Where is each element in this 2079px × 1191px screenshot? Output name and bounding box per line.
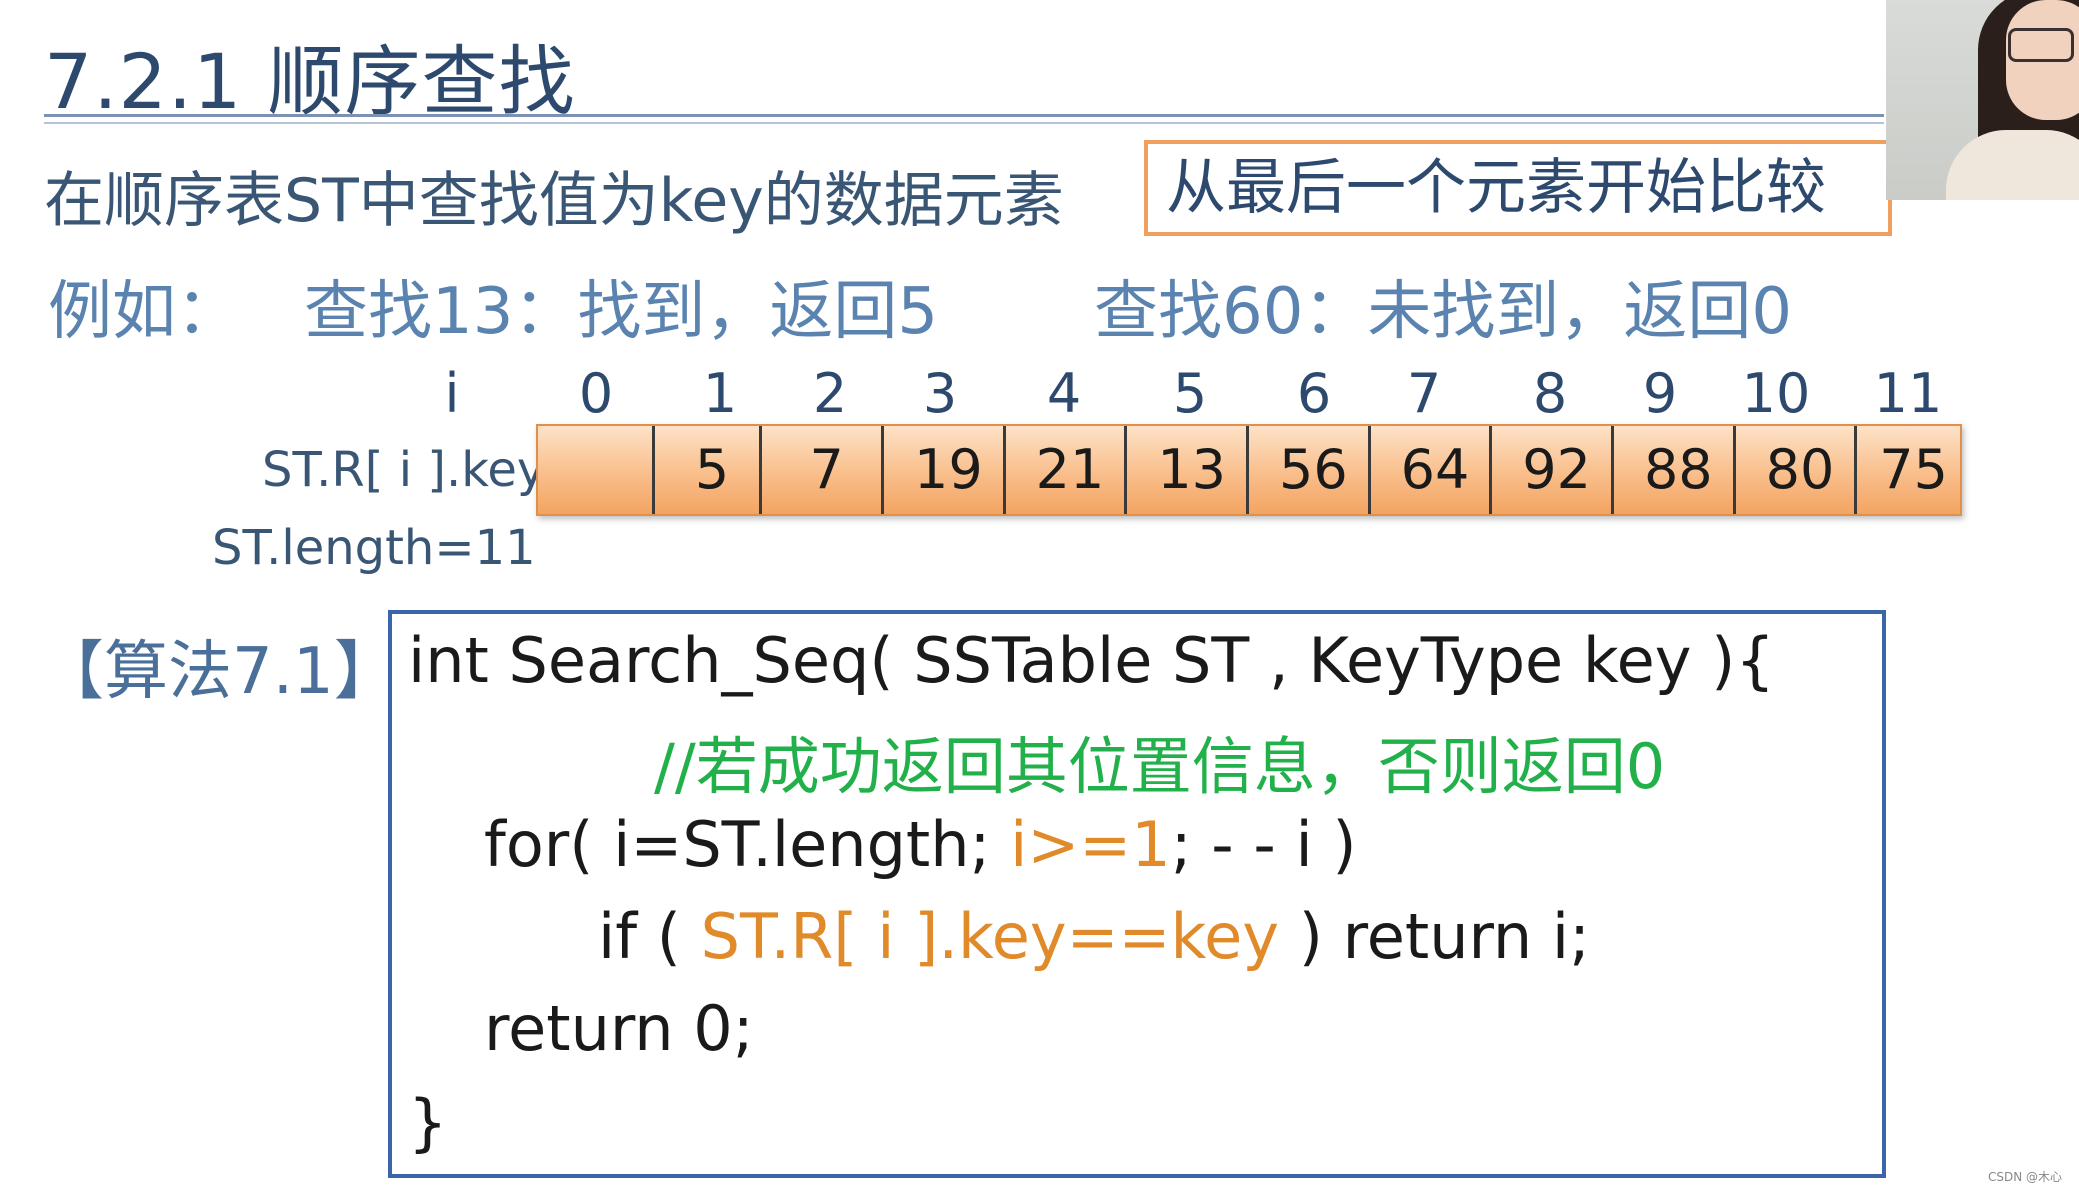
- title-divider: [44, 114, 1884, 117]
- array-cell-7: 64: [1367, 426, 1490, 514]
- code-if-condition: ST.R[ i ].key==key: [700, 900, 1280, 973]
- example-found: 查找13：找到，返回5: [304, 275, 939, 349]
- index-0: 0: [578, 362, 614, 425]
- index-11: 11: [1873, 362, 1943, 425]
- code-for-condition: i>=1: [1010, 808, 1171, 881]
- code-for-end: ; - - i ): [1170, 808, 1357, 881]
- index-4: 4: [1046, 362, 1082, 425]
- index-7: 7: [1406, 362, 1442, 425]
- code-line-for: for( i=ST.length; i>=1; - - i ): [484, 808, 1357, 881]
- webcam-thumbnail: [1886, 0, 2079, 200]
- index-6: 6: [1296, 362, 1332, 425]
- presenter-glasses-icon: [2008, 28, 2074, 62]
- index-5: 5: [1172, 362, 1208, 425]
- title-divider-secondary: [44, 122, 1884, 124]
- index-2: 2: [812, 362, 848, 425]
- code-line-comment: //若成功返回其位置信息，否则返回0: [654, 730, 1666, 803]
- index-9: 9: [1642, 362, 1678, 425]
- array-cell-1: 5: [651, 426, 760, 514]
- index-10: 10: [1741, 362, 1811, 425]
- array-cell-9: 88: [1610, 426, 1733, 514]
- array-cell-3: 19: [881, 426, 1003, 514]
- code-if-start: if (: [598, 900, 701, 973]
- row-label: ST.R[ i ].key: [262, 442, 546, 498]
- code-line-if: if ( ST.R[ i ].key==key ) return i;: [598, 900, 1590, 973]
- code-line-return: return 0;: [484, 992, 754, 1065]
- array-cell-5: 13: [1124, 426, 1246, 514]
- watermark: CSDN @木心: [1988, 1170, 2063, 1184]
- example-not-found: 查找60：未找到，返回0: [1094, 275, 1793, 349]
- length-label: ST.length=11: [212, 520, 536, 576]
- array-cell-8: 92: [1489, 426, 1611, 514]
- index-8: 8: [1532, 362, 1568, 425]
- array-cell-10: 80: [1732, 426, 1855, 514]
- code-for-start: for( i=ST.length;: [484, 808, 1011, 881]
- array-cell-6: 56: [1246, 426, 1368, 514]
- code-line-close: }: [408, 1086, 448, 1159]
- index-3: 3: [922, 362, 958, 425]
- callout-box: 从最后一个元素开始比较: [1144, 140, 1892, 236]
- index-1: 1: [702, 362, 738, 425]
- array-cell-4: 21: [1002, 426, 1125, 514]
- example-label: 例如：: [48, 275, 240, 349]
- presenter-shirt: [1946, 130, 2079, 200]
- algorithm-label: 【算法7.1】: [40, 635, 398, 709]
- array-table: 5 7 19 21 13 56 64 92 88 80 75: [536, 424, 1962, 516]
- subtitle: 在顺序表ST中查找值为key的数据元素: [44, 166, 1064, 236]
- code-if-end: ) return i;: [1279, 900, 1591, 973]
- array-cell-0: [538, 426, 652, 514]
- code-line-signature: int Search_Seq( SSTable ST , KeyType key…: [408, 624, 1775, 697]
- index-label: i: [444, 362, 460, 425]
- array-cell-2: 7: [759, 426, 881, 514]
- array-cell-11: 75: [1854, 426, 1960, 514]
